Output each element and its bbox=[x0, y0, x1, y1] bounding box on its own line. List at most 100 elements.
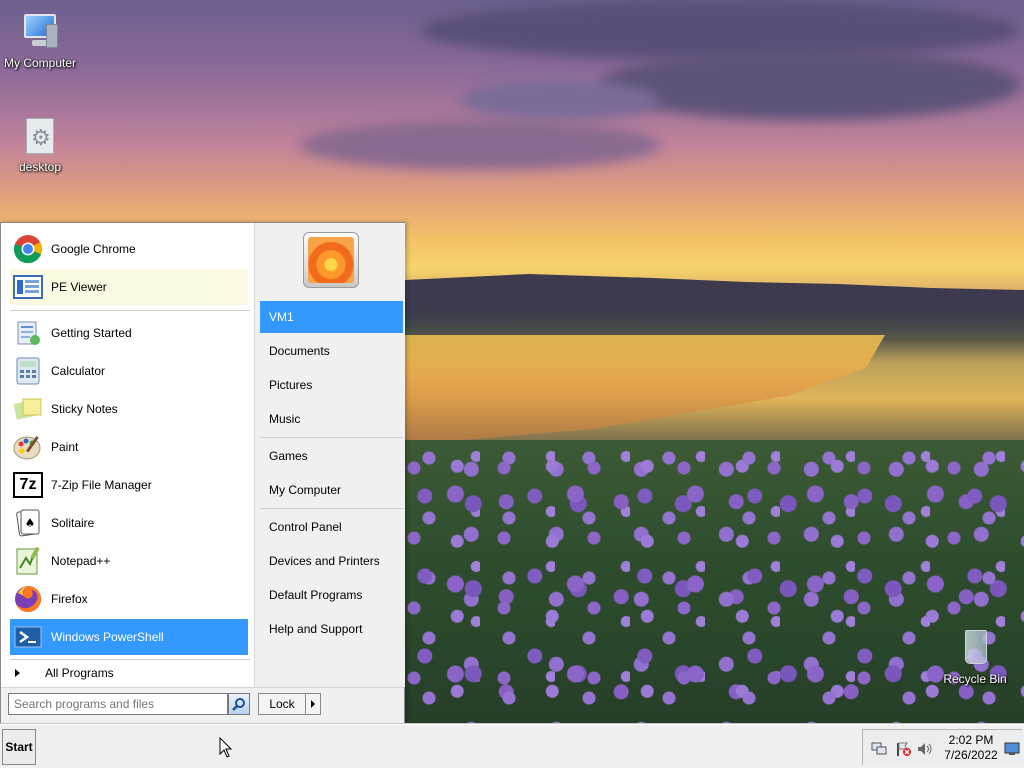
search-button[interactable] bbox=[228, 693, 250, 715]
places-item-label: Devices and Printers bbox=[269, 554, 380, 568]
7zip-icon-text: 7z bbox=[13, 472, 43, 498]
start-menu-programs-pane: Google Chrome PE Viewer Getting Started … bbox=[2, 224, 254, 686]
menu-separator bbox=[260, 508, 403, 509]
taskbar: Start 2:02 PM 7/26/2022 bbox=[0, 724, 1024, 768]
triangle-right-icon bbox=[15, 669, 20, 677]
desktop-icon-label: desktop bbox=[18, 160, 62, 174]
cloud-shape bbox=[600, 50, 1020, 120]
triangle-right-icon bbox=[311, 700, 315, 708]
show-desktop-icon[interactable] bbox=[1004, 742, 1020, 756]
powershell-icon bbox=[13, 622, 43, 652]
places-item-label: Music bbox=[269, 412, 301, 426]
places-item-label: Documents bbox=[269, 344, 330, 358]
all-programs-label: All Programs bbox=[45, 666, 114, 680]
start-button-label: Start bbox=[5, 740, 33, 754]
cloud-shape bbox=[460, 80, 660, 120]
places-item-label: Games bbox=[269, 449, 308, 463]
flower-avatar-image bbox=[308, 237, 354, 283]
paint-icon bbox=[13, 432, 43, 462]
network-icon[interactable] bbox=[871, 742, 887, 756]
desktop-icon-recycle-bin[interactable]: Recycle Bin bbox=[935, 626, 1015, 686]
program-item-notepadpp[interactable]: Notepad++ bbox=[10, 543, 248, 579]
clock-date: 7/26/2022 bbox=[944, 748, 998, 762]
places-item-my-computer[interactable]: My Computer bbox=[260, 474, 403, 506]
sticky-notes-icon bbox=[13, 394, 43, 424]
program-item-sticky-notes[interactable]: Sticky Notes bbox=[10, 391, 248, 427]
places-item-default-programs[interactable]: Default Programs bbox=[260, 579, 403, 611]
power-options-arrow-button[interactable] bbox=[306, 693, 321, 715]
program-item-google-chrome[interactable]: Google Chrome bbox=[10, 231, 248, 267]
mountain-silhouette bbox=[405, 274, 1024, 312]
program-item-paint[interactable]: Paint bbox=[10, 429, 248, 465]
svg-text:♠: ♠ bbox=[25, 516, 36, 530]
program-label: Calculator bbox=[51, 364, 106, 378]
program-label: Getting Started bbox=[51, 326, 132, 340]
desktop-icon-desktop[interactable]: desktop bbox=[0, 114, 80, 174]
taskbar-clock[interactable]: 2:02 PM 7/26/2022 bbox=[933, 733, 1009, 763]
lock-button[interactable]: Lock bbox=[258, 693, 306, 715]
places-item-control-panel[interactable]: Control Panel bbox=[260, 511, 403, 543]
desktop-icon-my-computer[interactable]: My Computer bbox=[0, 10, 80, 70]
program-item-firefox[interactable]: Firefox bbox=[10, 581, 248, 617]
chrome-icon bbox=[13, 234, 43, 264]
all-programs-item[interactable]: All Programs bbox=[10, 662, 250, 684]
places-item-user[interactable]: VM1 bbox=[260, 301, 403, 333]
recycle-bin-icon bbox=[953, 626, 997, 670]
system-tray: 2:02 PM 7/26/2022 bbox=[862, 729, 1022, 765]
menu-separator bbox=[260, 437, 403, 438]
program-label: Paint bbox=[51, 440, 79, 454]
desktop-icon-label: My Computer bbox=[3, 56, 77, 70]
places-item-music[interactable]: Music bbox=[260, 403, 403, 435]
places-item-label: Control Panel bbox=[269, 520, 342, 534]
program-item-calculator[interactable]: Calculator bbox=[10, 353, 248, 389]
program-label: Notepad++ bbox=[51, 554, 111, 568]
program-label: Firefox bbox=[51, 592, 88, 606]
places-item-help-and-support[interactable]: Help and Support bbox=[260, 613, 403, 645]
places-item-label: VM1 bbox=[269, 310, 294, 324]
program-item-windows-powershell[interactable]: Windows PowerShell bbox=[10, 619, 248, 655]
program-item-solitaire[interactable]: ♠ Solitaire bbox=[10, 505, 248, 541]
program-label: 7-Zip File Manager bbox=[51, 478, 152, 492]
search-icon bbox=[232, 698, 245, 711]
program-label: PE Viewer bbox=[51, 280, 107, 294]
program-item-getting-started[interactable]: Getting Started bbox=[10, 315, 248, 351]
user-avatar[interactable] bbox=[303, 232, 359, 288]
start-menu-bottom-bar: Lock bbox=[1, 687, 404, 723]
pe-viewer-icon bbox=[13, 272, 43, 302]
calculator-icon bbox=[13, 356, 43, 386]
notepadpp-icon bbox=[13, 546, 43, 576]
places-item-label: Default Programs bbox=[269, 588, 363, 602]
program-label: Google Chrome bbox=[51, 242, 136, 256]
places-item-pictures[interactable]: Pictures bbox=[260, 369, 403, 401]
action-center-flag-icon[interactable] bbox=[895, 742, 911, 756]
clock-time: 2:02 PM bbox=[948, 733, 994, 747]
places-item-devices-and-printers[interactable]: Devices and Printers bbox=[260, 545, 403, 577]
computer-icon bbox=[18, 10, 62, 54]
solitaire-icon: ♠ bbox=[13, 508, 43, 538]
7zip-icon: 7z bbox=[13, 470, 43, 500]
program-item-pe-viewer[interactable]: PE Viewer bbox=[10, 269, 248, 305]
cloud-shape bbox=[300, 120, 660, 170]
program-label: Solitaire bbox=[51, 516, 95, 530]
program-label: Sticky Notes bbox=[51, 402, 118, 416]
getting-started-icon bbox=[13, 318, 43, 348]
places-item-label: Pictures bbox=[269, 378, 313, 392]
start-button[interactable]: Start bbox=[2, 729, 36, 765]
lock-button-label: Lock bbox=[269, 697, 295, 711]
search-input[interactable] bbox=[8, 693, 228, 715]
places-item-label: Help and Support bbox=[269, 622, 363, 636]
volume-icon[interactable] bbox=[917, 742, 933, 756]
mouse-cursor-icon bbox=[219, 737, 233, 758]
flower-field bbox=[405, 440, 1024, 724]
cloud-shape bbox=[420, 0, 1020, 60]
places-item-games[interactable]: Games bbox=[260, 440, 403, 472]
firefox-icon bbox=[13, 584, 43, 614]
places-item-label: My Computer bbox=[269, 483, 342, 497]
settings-file-icon bbox=[18, 114, 62, 158]
menu-separator bbox=[10, 310, 250, 311]
desktop-icon-label: Recycle Bin bbox=[943, 672, 1007, 686]
lake-reflection bbox=[405, 335, 885, 445]
program-item-7zip[interactable]: 7z 7-Zip File Manager bbox=[10, 467, 248, 503]
places-item-documents[interactable]: Documents bbox=[260, 335, 403, 367]
program-label: Windows PowerShell bbox=[51, 630, 164, 644]
